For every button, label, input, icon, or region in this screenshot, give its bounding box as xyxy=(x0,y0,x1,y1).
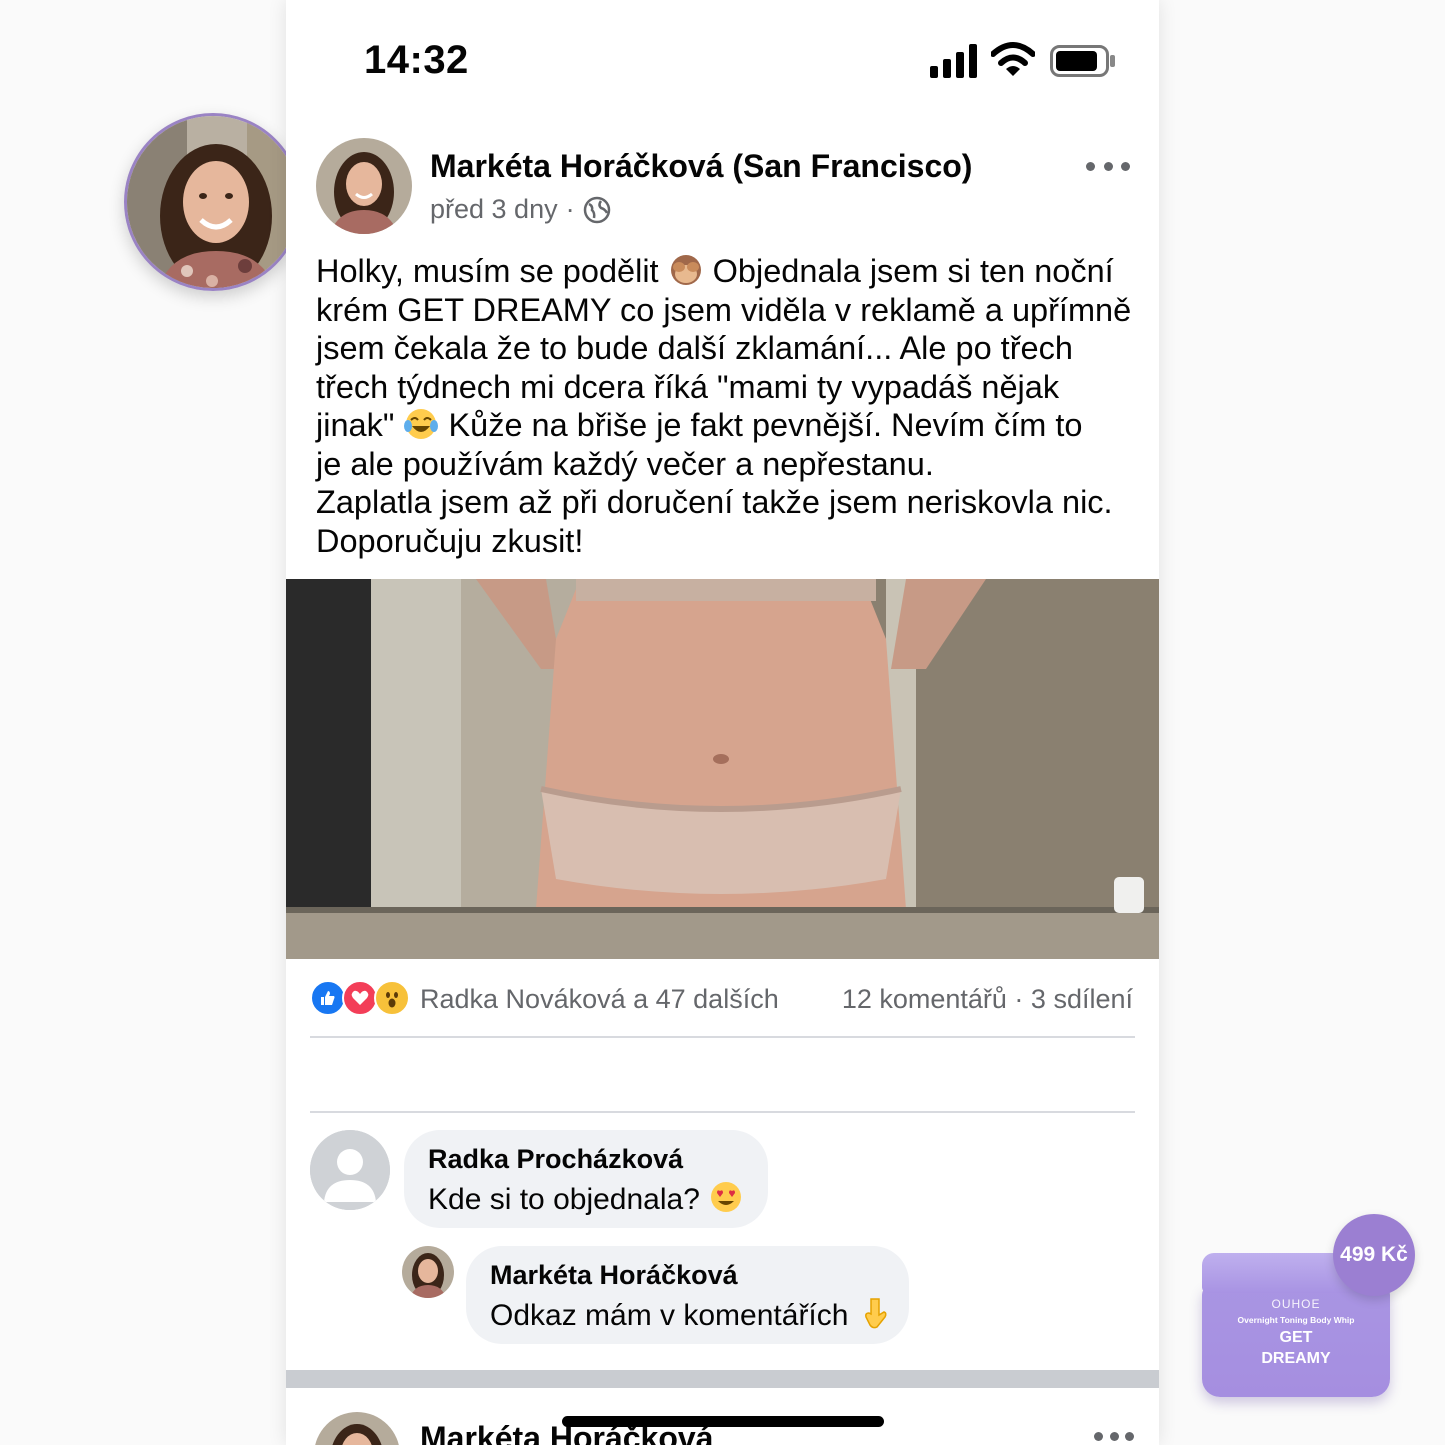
product-name-line2: DREAMY xyxy=(1261,1350,1331,1367)
cellular-signal-icon xyxy=(930,44,977,78)
divider xyxy=(310,1111,1135,1113)
reply-text: Odkaz mám v komentářích xyxy=(490,1295,887,1333)
status-bar: 14:32 xyxy=(286,0,1159,120)
post-text-line: Doporučuju zkusit! xyxy=(316,522,584,559)
battery-icon xyxy=(1050,45,1115,77)
post-text-line: Holky, musím se podělit xyxy=(316,253,659,289)
pointing-down-icon xyxy=(864,1298,887,1329)
post-text-line: Zaplatla jsem až při doručení takže jsem… xyxy=(316,484,1113,520)
next-post-avatar[interactable] xyxy=(314,1412,400,1445)
comment-text: Kde si to objednala? xyxy=(428,1179,744,1217)
heart-eyes-icon xyxy=(711,1182,742,1212)
post-text-line: je ale používám každý večer a nepřestanu… xyxy=(316,445,934,482)
wow-reaction-icon xyxy=(374,980,410,1016)
product-name-line1: GET xyxy=(1279,1329,1313,1346)
reply-author[interactable]: Markéta Horáčková xyxy=(490,1260,885,1291)
divider xyxy=(310,1036,1135,1038)
post-text-line: jinak" xyxy=(316,407,395,443)
comments-shares-count[interactable]: 12 komentářů · 3 sdílení xyxy=(842,984,1133,1015)
meta-separator: · xyxy=(565,194,575,224)
post-text-line: Objednala jsem si ten noční xyxy=(712,253,1114,289)
stage: 14:32 Markéta Horáčková (San Francisco) … xyxy=(0,0,1445,1445)
post-body-text: Holky, musím se podělit Objednala jsem s… xyxy=(316,252,1141,560)
home-indicator[interactable] xyxy=(562,1416,884,1427)
product-brand: OUHOE xyxy=(1271,1297,1321,1311)
post-meta: před 3 dny · xyxy=(430,194,611,225)
comment-bubble: Radka Procházková Kde si to objednala? xyxy=(404,1130,768,1228)
reply-text-content: Odkaz mám v komentářích xyxy=(490,1299,849,1332)
post-author-name[interactable]: Markéta Horáčková (San Francisco) xyxy=(430,148,972,185)
jar-label: OUHOE Overnight Toning Body Whip GET DRE… xyxy=(1200,1297,1392,1367)
post-text-line: třech týdnech mi dcera říká "mami ty vyp… xyxy=(316,368,1060,405)
reply-author-avatar[interactable] xyxy=(402,1246,454,1298)
see-no-evil-monkey-icon xyxy=(670,255,701,285)
product-subtitle: Overnight Toning Body Whip xyxy=(1237,1315,1355,1325)
floating-profile-avatar xyxy=(124,113,302,291)
globe-icon xyxy=(583,196,610,223)
love-reaction-icon xyxy=(342,980,378,1016)
phone-screen: 14:32 Markéta Horáčková (San Francisco) … xyxy=(286,0,1159,1445)
post-author-avatar[interactable] xyxy=(316,138,412,234)
post-separator xyxy=(286,1370,1159,1388)
tears-of-joy-icon xyxy=(404,409,439,439)
post-text-line: Kůže na břiše je fakt pevnější. Nevím čí… xyxy=(448,407,1083,443)
post-text-line: jsem čekala že to bude další zklamání...… xyxy=(316,330,1073,366)
like-reaction-icon xyxy=(310,980,346,1016)
reactors-summary[interactable]: Radka Nováková a 47 dalších xyxy=(420,984,779,1015)
reply-bubble: Markéta Horáčková Odkaz mám v komentáříc… xyxy=(466,1246,909,1344)
next-post-more-button[interactable] xyxy=(1094,1428,1134,1444)
post-more-options-button[interactable] xyxy=(1086,148,1130,184)
post-text-line: krém GET DREAMY co jsem viděla v reklamě… xyxy=(316,291,1132,328)
comment-text-content: Kde si to objednala? xyxy=(428,1183,700,1216)
price-badge: 499 Kč xyxy=(1333,1214,1415,1296)
status-time: 14:32 xyxy=(364,38,469,82)
comment-author[interactable]: Radka Procházková xyxy=(428,1144,744,1175)
post-time[interactable]: před 3 dny xyxy=(430,194,558,225)
reaction-icons[interactable] xyxy=(310,980,410,1016)
wifi-icon xyxy=(991,42,1035,76)
post-photo[interactable] xyxy=(286,579,1159,959)
commenter-avatar-placeholder[interactable] xyxy=(310,1130,390,1210)
